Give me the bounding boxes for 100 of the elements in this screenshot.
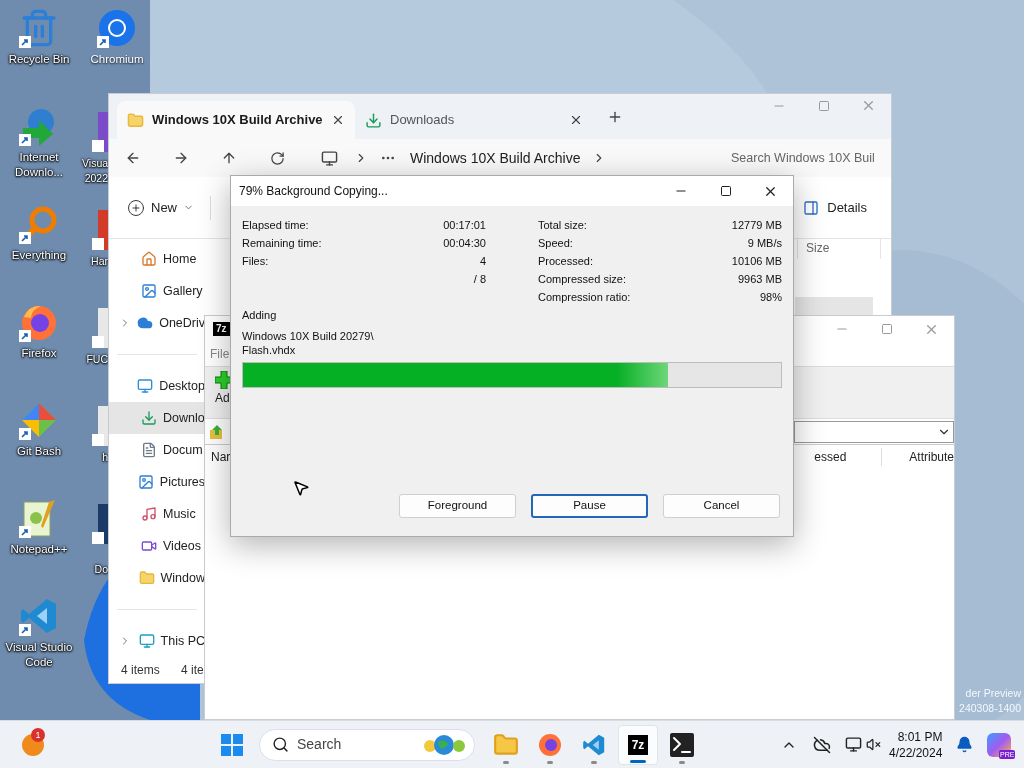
search-field[interactable]: Search Windows 10X Buil <box>731 148 891 168</box>
sidebar-item-background[interactable]: Window <box>109 562 205 594</box>
download-icon <box>141 410 157 426</box>
details-label: Details <box>827 198 867 217</box>
folder-up-icon <box>209 423 225 440</box>
sidebar-item[interactable]: Downlo <box>163 408 205 428</box>
tab[interactable]: Downloads <box>355 101 593 139</box>
stat-value: 00:17:01 <box>443 217 486 233</box>
sidebar-item[interactable]: Docum <box>163 440 203 460</box>
sidebar-item[interactable]: Desktop <box>159 376 205 396</box>
stat-value: / 8 <box>473 271 486 287</box>
download-icon <box>365 111 382 129</box>
stat-label: Processed: <box>538 253 594 269</box>
watermark-text: der Preview <box>965 686 1021 701</box>
stat-label: Compression ratio: <box>538 289 631 305</box>
search-icon <box>272 736 289 753</box>
sidebar-item[interactable]: Home <box>163 249 197 269</box>
sidebar-item-background[interactable]: OneDriv <box>109 307 205 339</box>
speaker-muted-icon[interactable] <box>866 737 881 752</box>
stat-value: 12779 MB <box>731 217 782 233</box>
sidebar-item[interactable]: Gallery <box>163 281 203 301</box>
stat-value: 9963 MB <box>737 271 782 287</box>
stat-label: Remaining time: <box>242 235 322 251</box>
taskbar-app[interactable]: 7z <box>618 724 658 765</box>
code-editor-icon <box>582 732 606 757</box>
sidebar-item-background[interactable]: Downlo <box>109 402 205 434</box>
watermark-text: 240308-1400 <box>959 701 1021 716</box>
column-header[interactable]: Attribute <box>909 447 954 466</box>
plus-circle-icon <box>127 198 145 217</box>
image-icon <box>141 283 157 299</box>
forward-icon[interactable] <box>173 150 189 166</box>
sidebar-item[interactable]: Window <box>160 568 205 588</box>
stat-label: Total size: <box>538 217 587 233</box>
column-header[interactable]: Size <box>797 239 881 259</box>
new-tab-icon[interactable] <box>607 109 623 125</box>
dialog-button[interactable]: Foreground <box>399 493 516 518</box>
sidebar-item-background[interactable]: Videos <box>109 530 205 562</box>
search-box[interactable]: Search <box>259 728 475 761</box>
close-tab-icon[interactable] <box>569 113 583 127</box>
close-tab-icon[interactable] <box>331 113 345 127</box>
archive-app-icon: 7z <box>627 734 649 755</box>
computer-icon[interactable] <box>321 149 338 167</box>
new-label: New <box>151 198 177 217</box>
clock[interactable]: 8:01 PM 4/22/2024 <box>889 728 943 761</box>
cloud-off-icon[interactable] <box>813 735 831 754</box>
shortcut-arrow-icon <box>19 330 31 342</box>
bell-icon[interactable] <box>956 736 974 753</box>
sidebar-item-background[interactable]: Pictures <box>109 466 205 498</box>
shortcut-arrow-icon <box>19 36 31 48</box>
video-camera-icon <box>141 538 157 554</box>
notification-badge: 1 <box>31 727 45 742</box>
folder-icon <box>493 731 519 758</box>
new-button[interactable]: New <box>127 197 194 218</box>
shortcut-arrow-icon <box>19 624 31 636</box>
panel-icon <box>803 199 820 216</box>
monitor-icon <box>138 633 155 649</box>
dialog-title: 79% Background Copying... <box>239 183 388 200</box>
terminal-icon <box>670 732 694 757</box>
search-placeholder: Search <box>297 735 342 754</box>
folder-icon <box>127 111 144 129</box>
maximize-icon[interactable] <box>719 185 732 197</box>
sidebar-item-background[interactable]: This PC <box>109 625 205 657</box>
column-header[interactable]: Nar <box>211 447 231 466</box>
stat-label: Elapsed time: <box>242 217 309 233</box>
tab[interactable]: Windows 10X Build Archive <box>117 101 355 139</box>
image-icon <box>137 474 154 490</box>
shortcut-arrow-icon <box>97 36 109 48</box>
start-icon[interactable] <box>221 733 243 756</box>
sidebar-item-background[interactable]: Home <box>109 243 205 275</box>
shortcut-arrow-icon <box>19 232 31 244</box>
up-icon[interactable] <box>221 150 237 166</box>
stat-value: 00:04:30 <box>443 235 486 251</box>
sidebar-item-background[interactable]: Docum <box>109 434 205 466</box>
stat-label: Speed: <box>538 235 573 251</box>
cloud-icon <box>137 315 154 331</box>
plus-icon <box>215 371 233 389</box>
browser-icon <box>97 8 137 48</box>
sidebar-item-background[interactable]: Desktop <box>109 370 205 402</box>
sidebar-item[interactable]: This PC <box>160 631 205 651</box>
column-header[interactable]: essed <box>814 447 883 466</box>
monitor-icon[interactable] <box>845 736 862 753</box>
stat-value: 9 MB/s <box>747 235 782 251</box>
menu-item[interactable]: File <box>210 345 230 363</box>
dialog-button[interactable]: Cancel <box>663 493 780 518</box>
back-icon[interactable] <box>125 150 141 166</box>
fox-icon <box>538 732 562 757</box>
monitor-icon <box>137 378 154 394</box>
sidebar-item[interactable]: Videos <box>163 536 201 556</box>
sidebar-item[interactable]: Music <box>163 504 196 524</box>
stat-label: Files: <box>242 253 269 269</box>
sidebar-item-background[interactable]: Music <box>109 498 205 530</box>
breadcrumb[interactable]: Windows 10X Build Archive <box>410 147 581 169</box>
refresh-icon[interactable] <box>270 150 285 166</box>
sidebar-item[interactable]: OneDriv <box>159 313 205 333</box>
details-button[interactable]: Details <box>803 197 867 218</box>
sidebar-item-background[interactable]: Gallery <box>109 275 205 307</box>
stat-label: Compressed size: <box>538 271 627 287</box>
sidebar-item[interactable]: Pictures <box>159 472 205 492</box>
dialog-button[interactable]: Pause <box>531 493 648 518</box>
cursor-icon <box>292 479 310 497</box>
